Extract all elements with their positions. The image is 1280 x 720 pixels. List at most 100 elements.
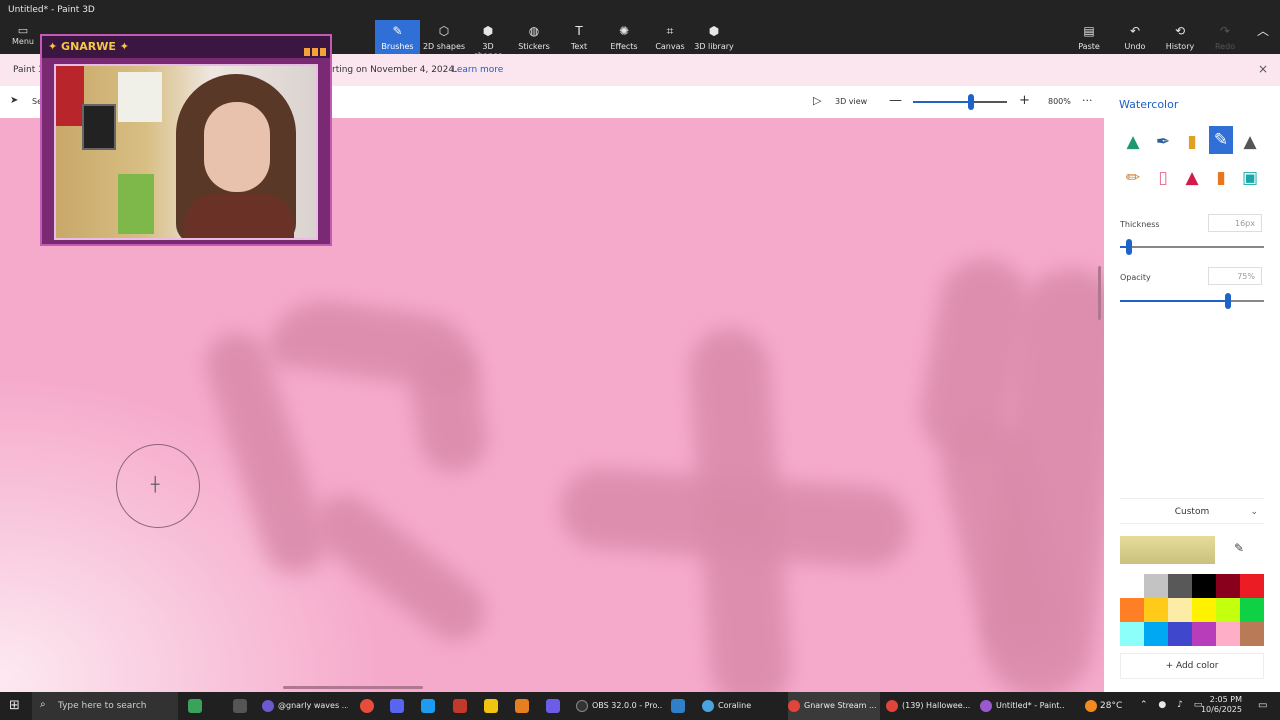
color-swatch[interactable] [1168,598,1192,622]
face [204,102,270,192]
paste-button[interactable]: ▤ Paste [1074,20,1104,54]
color-swatch[interactable] [1240,574,1264,598]
thickness-slider-thumb[interactable] [1125,239,1132,255]
weather-icon[interactable] [1085,700,1097,712]
app-icon[interactable] [515,699,529,713]
zoom-slider[interactable] [913,94,1007,110]
learn-more-link[interactable]: Learn more [452,65,503,75]
calligraphy-pen-icon[interactable]: ✒ [1151,128,1175,156]
opacity-slider[interactable] [1120,293,1264,309]
thickness-input[interactable]: 16px [1208,214,1262,232]
zoom-out-button[interactable]: — [889,93,902,108]
opacity-input[interactable]: 75% [1208,267,1262,285]
app-icon[interactable] [546,699,560,713]
history-button[interactable]: ⟲ History [1162,20,1198,54]
paste-label: Paste [1078,42,1100,51]
app-icon [702,699,714,712]
taskbar-app[interactable]: Gnarwe Stream ... [788,692,880,720]
tool-effects[interactable]: ✺ Effects [606,20,642,54]
eraser-icon[interactable]: ▯ [1151,164,1175,192]
color-swatch[interactable] [1192,574,1216,598]
zoom-slider-thumb[interactable] [968,94,975,110]
color-swatch[interactable] [1216,574,1240,598]
color-swatch[interactable] [1192,622,1216,646]
clock[interactable]: 2:05 PM 10/6/2025 [1198,695,1242,715]
color-swatch[interactable] [1120,598,1144,622]
taskbar-app[interactable]: @gnarly waves ... [262,692,348,720]
search-placeholder: Type here to search [58,701,147,711]
marker-brush-icon[interactable]: ▲ [1121,128,1145,156]
tool-text[interactable]: T Text [562,20,596,54]
2d-shapes-icon: ⬡ [438,24,450,38]
taskbar-app[interactable]: OBS 32.0.0 - Pro... [576,692,662,720]
task-view-icon[interactable] [233,699,247,713]
obs-icon [576,699,588,712]
color-swatch[interactable] [1120,622,1144,646]
tool-3d-shapes[interactable]: ⬢ 3D shapes [467,20,509,60]
color-swatch[interactable] [1216,622,1240,646]
current-color-swatch[interactable] [1120,536,1215,564]
close-icon[interactable]: × [1258,62,1268,76]
app-label: Untitled* - Paint... [996,701,1064,710]
watercolor-brush-icon[interactable]: ✎ [1209,126,1233,154]
chrome-icon[interactable] [360,699,374,713]
opacity-slider-thumb[interactable] [1225,293,1231,309]
tool-stickers[interactable]: ◍ Stickers [514,20,554,54]
discord-icon[interactable] [390,699,404,713]
taskbar-app[interactable]: (139) Hallowee... [886,692,970,720]
color-swatch[interactable] [1168,622,1192,646]
windows-start-icon[interactable]: ⊞ [9,698,20,713]
app-icon[interactable] [421,699,435,713]
color-mode-dropdown[interactable]: Custom ⌄ [1120,498,1264,524]
thickness-slider[interactable] [1120,239,1264,255]
cortana-icon[interactable] [188,699,202,713]
notifications-icon[interactable]: ▭ [1258,700,1267,711]
vertical-scrollbar[interactable] [1098,266,1101,320]
color-swatch[interactable] [1120,574,1144,598]
app-icon[interactable] [671,699,685,713]
pencil-icon[interactable]: ✏ [1121,164,1145,192]
color-swatch[interactable] [1240,622,1264,646]
color-mode-value: Custom [1174,507,1210,517]
spray-can-icon[interactable]: ▮ [1209,164,1233,192]
color-swatch[interactable] [1144,622,1168,646]
color-swatch[interactable] [1168,574,1192,598]
app-icon[interactable] [453,699,467,713]
redo-button[interactable]: ↷ Redo [1210,20,1240,54]
tool-brushes[interactable]: ✎ Brushes [375,20,420,54]
zoom-value[interactable]: 800% [1048,97,1071,106]
zoom-in-button[interactable]: + [1019,93,1030,108]
zoom-slider-fill [913,101,972,103]
temperature[interactable]: 28°C [1100,701,1122,711]
tool-3d-library[interactable]: ⬢ 3D library [694,20,734,54]
system-tray-icons[interactable]: ⌃ ● ♪ ▭ [1140,700,1206,710]
color-swatch[interactable] [1192,598,1216,622]
3d-view-button[interactable]: 3D view [835,97,867,106]
app-label: Coraline [718,701,752,710]
color-swatch[interactable] [1144,574,1168,598]
3d-view-icon[interactable]: ▷ [813,94,821,107]
file-explorer-icon[interactable] [484,699,498,713]
tool-canvas[interactable]: ⌗ Canvas [652,20,688,54]
oil-brush-icon[interactable]: ▮ [1180,128,1204,156]
crayon-icon[interactable]: ▲ [1180,164,1204,192]
color-swatch[interactable] [1240,598,1264,622]
eyedropper-icon[interactable]: ✎ [1234,541,1244,555]
taskbar-app[interactable]: Coraline [702,692,780,720]
color-swatch[interactable] [1216,598,1240,622]
taskbar-app[interactable]: Untitled* - Paint... [980,692,1064,720]
collapse-toolbar-button[interactable]: ︿ [1252,20,1274,54]
menu-button[interactable]: ▭ Menu [8,24,38,50]
taskbar-search[interactable]: ⌕ Type here to search [32,692,178,720]
add-color-button[interactable]: + Add color [1120,653,1264,679]
color-swatch[interactable] [1144,598,1168,622]
panel-title: Watercolor [1119,98,1179,111]
undo-button[interactable]: ↶ Undo [1120,20,1150,54]
fill-bucket-icon[interactable]: ▣ [1238,164,1262,192]
horizontal-scrollbar[interactable] [283,686,423,689]
more-options-button[interactable]: ··· [1082,94,1093,107]
menu-label: Menu [12,37,34,46]
tool-2d-shapes[interactable]: ⬡ 2D shapes [422,20,466,54]
select-arrow-icon[interactable]: ➤ [10,95,18,106]
pixel-pen-icon[interactable]: ▲ [1238,128,1262,156]
